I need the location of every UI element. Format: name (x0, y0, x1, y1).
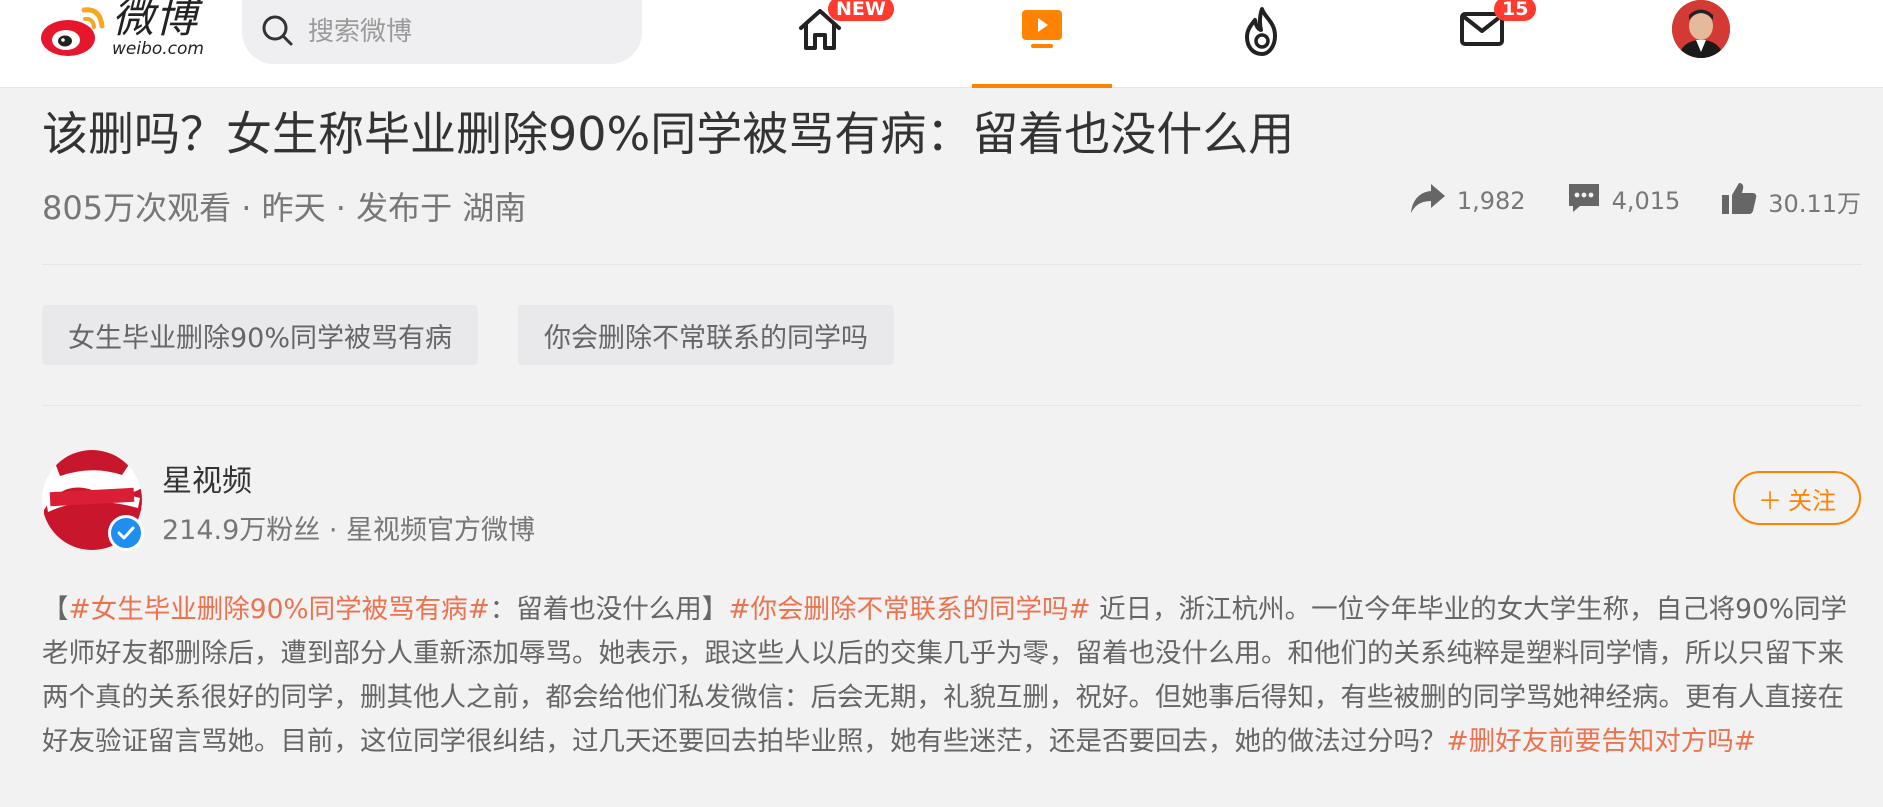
video-stats: 1,982 4,015 30.11万 (1409, 180, 1861, 222)
author-info: 214.9万粉丝 · 星视频官方微博 (162, 515, 536, 546)
weibo-logo[interactable]: 微博 weibo.com (38, 0, 218, 60)
divider (42, 405, 1862, 406)
top-navigation-bar: 微博 weibo.com NEW 15 (0, 0, 1883, 88)
follow-button[interactable]: ＋ 关注 (1733, 471, 1861, 525)
topic-link[interactable]: #删好友前要告知对方吗# (1447, 726, 1756, 757)
repost-count: 1,982 (1456, 187, 1526, 215)
like-button[interactable]: 30.11万 (1720, 180, 1861, 222)
author-name[interactable]: 星视频 (162, 456, 252, 500)
weibo-logo-icon (38, 0, 110, 60)
logo-chinese-text: 微博 (112, 0, 199, 42)
comment-button[interactable]: 4,015 (1566, 181, 1681, 221)
nav-video[interactable] (992, 0, 1092, 88)
repost-button[interactable]: 1,982 (1409, 181, 1526, 221)
search-input[interactable] (308, 17, 608, 47)
bracket-open: 【 (42, 594, 69, 625)
divider (42, 264, 1862, 265)
video-icon (1017, 0, 1067, 58)
user-avatar[interactable] (1672, 0, 1730, 58)
logo-domain-text: weibo.com (112, 38, 204, 59)
like-count: 30.11万 (1768, 189, 1861, 218)
plus-icon: ＋ (1758, 487, 1782, 515)
share-icon (1409, 181, 1447, 221)
comment-icon (1566, 181, 1602, 221)
post-text: 【#女生毕业删除90%同学被骂有病#：留着也没什么用】#你会删除不常联系的同学吗… (42, 588, 1862, 764)
search-icon[interactable] (260, 13, 294, 51)
video-meta: 805万次观看 · 昨天 · 发布于 湖南 (42, 189, 527, 227)
topic-link[interactable]: #你会删除不常联系的同学吗# (728, 594, 1090, 625)
nav-home[interactable]: NEW (770, 0, 894, 88)
topic-tag[interactable]: 女生毕业删除90%同学被骂有病 (42, 305, 479, 365)
comment-count: 4,015 (1611, 187, 1681, 215)
search-box[interactable] (242, 0, 642, 64)
topic-tags: 女生毕业删除90%同学被骂有病 你会删除不常联系的同学吗 (42, 305, 895, 365)
topic-tag[interactable]: 你会删除不常联系的同学吗 (518, 305, 895, 365)
topic-link[interactable]: #女生毕业删除90%同学被骂有病# (69, 594, 490, 625)
thumbs-up-icon (1720, 180, 1758, 222)
nav-messages[interactable]: 15 (1432, 0, 1537, 88)
message-count-badge: 15 (1494, 0, 1537, 21)
active-tab-indicator (972, 84, 1112, 88)
verified-icon (108, 515, 144, 551)
video-title: 该删吗？女生称毕业删除90%同学被骂有病：留着也没什么用 (42, 107, 1295, 161)
hot-icon (1237, 0, 1287, 64)
new-badge: NEW (828, 0, 894, 21)
post-text-segment: ：留着也没什么用】 (489, 594, 729, 625)
follow-label: 关注 (1788, 487, 1836, 515)
nav-hot[interactable] (1212, 0, 1312, 88)
